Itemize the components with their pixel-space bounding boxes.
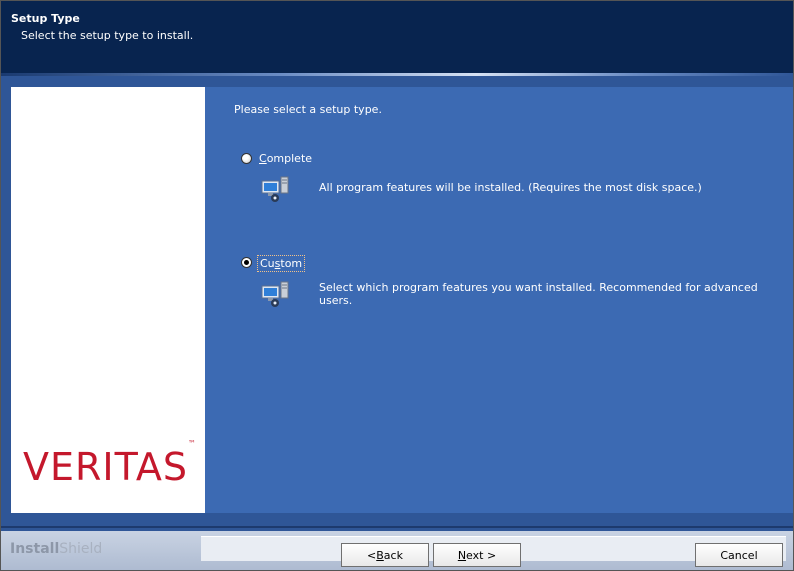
computer-install-icon: [261, 281, 289, 307]
back-button[interactable]: < Back: [341, 543, 429, 567]
option-complete-label[interactable]: Complete: [257, 151, 314, 166]
option-custom-label[interactable]: Custom: [257, 255, 306, 272]
radio-custom[interactable]: [241, 257, 252, 268]
dialog-footer: InstallShield < Back Next > Cancel: [1, 531, 793, 570]
option-custom-description: Select which program features you want i…: [319, 281, 758, 307]
branding-panel: VERITAS™: [11, 87, 205, 513]
footer-divider: [1, 526, 793, 528]
header-title: Setup Type: [11, 12, 80, 25]
header-divider: [1, 73, 793, 76]
setup-options-panel: Please select a setup type. Complete All…: [205, 87, 793, 513]
cancel-button[interactable]: Cancel: [695, 543, 783, 567]
installshield-logo: InstallShield: [10, 541, 103, 557]
header-subtitle: Select the setup type to install.: [21, 29, 194, 42]
computer-install-icon: [261, 176, 289, 202]
option-complete-description: All program features will be installed. …: [319, 181, 702, 194]
veritas-logo: VERITAS™: [23, 439, 197, 489]
setup-prompt: Please select a setup type.: [234, 103, 382, 116]
radio-complete[interactable]: [241, 153, 252, 164]
dialog-header: Setup Type Select the setup type to inst…: [1, 1, 793, 73]
setup-dialog: Setup Type Select the setup type to inst…: [0, 0, 794, 571]
next-button[interactable]: Next >: [433, 543, 521, 567]
